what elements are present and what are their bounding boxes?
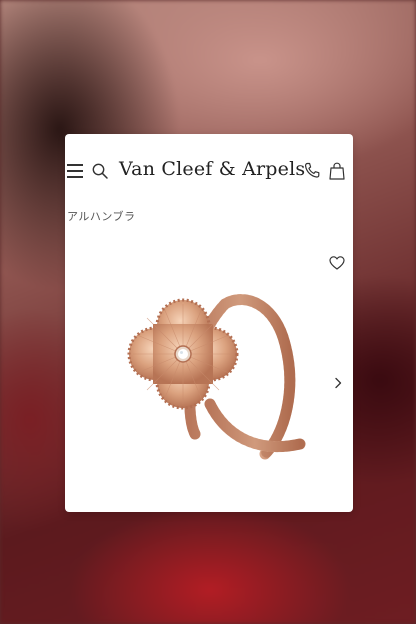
shopping-bag-icon[interactable] [329, 162, 345, 180]
breadcrumb[interactable]: アルハンブラ [67, 208, 136, 224]
site-header: Van Cleef & Arpels [65, 154, 353, 190]
chevron-right-icon[interactable] [333, 377, 343, 389]
product-card: Van Cleef & Arpels アルハンブラ [65, 134, 353, 512]
heart-icon[interactable] [329, 255, 345, 271]
hamburger-menu-icon[interactable] [67, 164, 83, 178]
rose-gold-alhambra-ring-image[interactable] [125, 284, 315, 484]
phone-icon[interactable] [303, 162, 321, 180]
search-icon[interactable] [91, 162, 109, 180]
brand-logo[interactable]: Van Cleef & Arpels [119, 158, 305, 180]
